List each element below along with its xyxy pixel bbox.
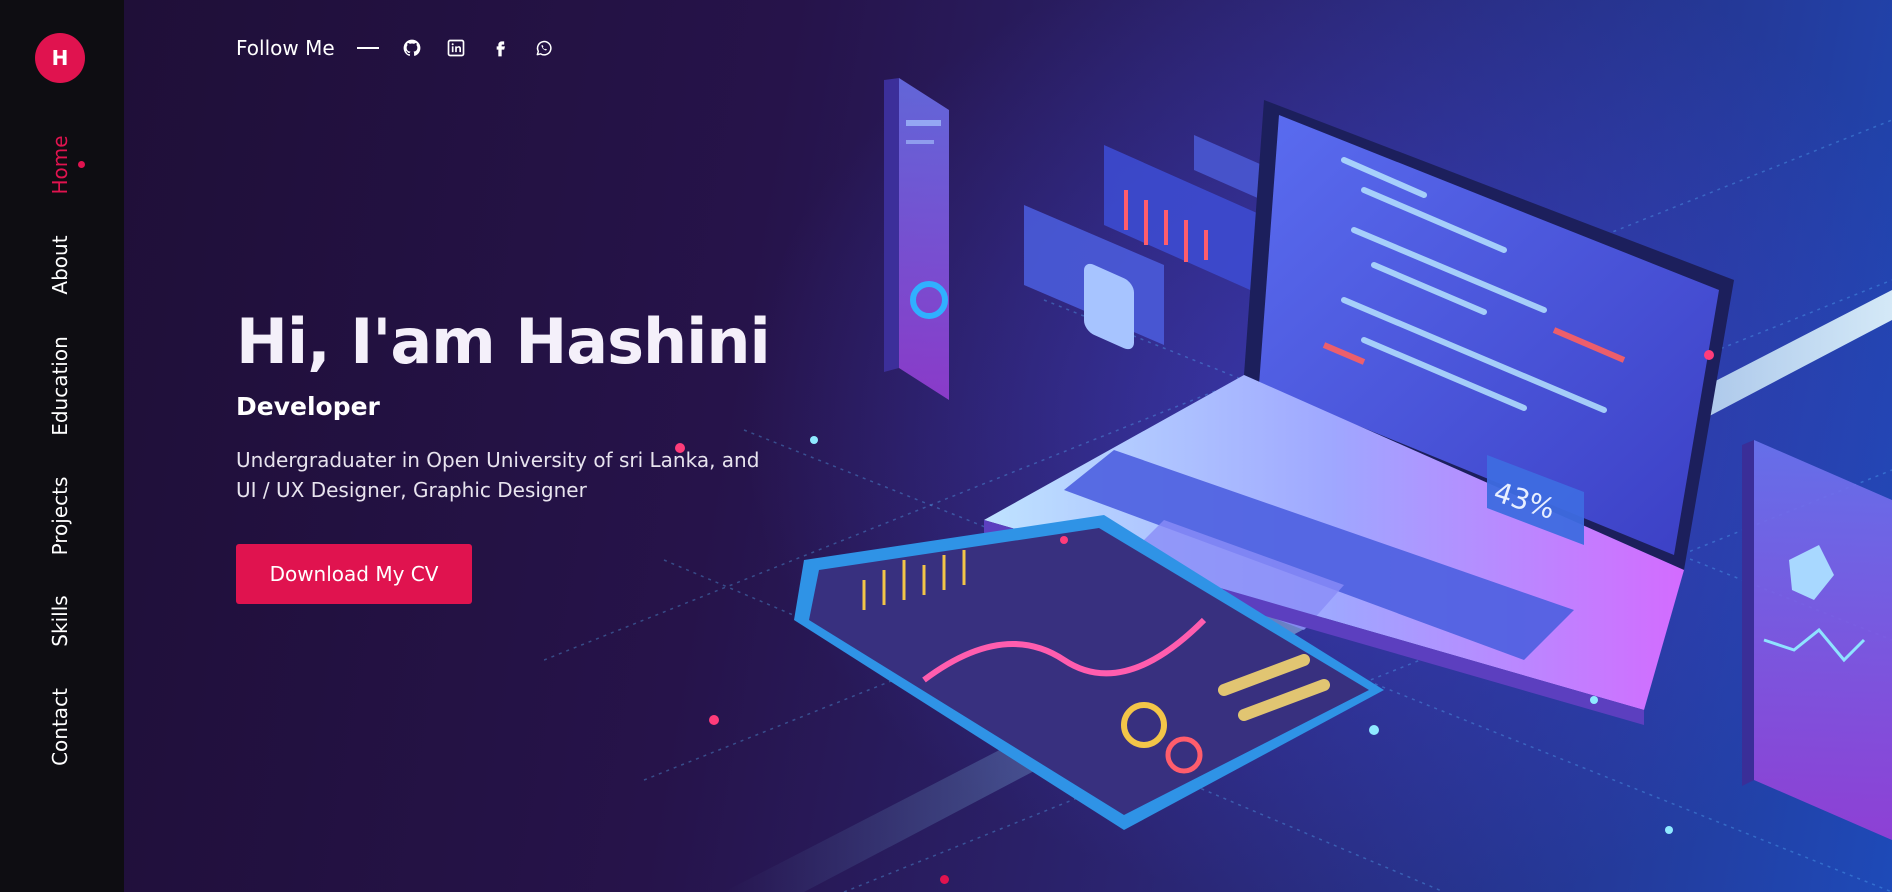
whatsapp-icon[interactable] [533, 37, 555, 59]
slide-indicator-dot[interactable] [940, 875, 949, 884]
sidebar: H Home About Education Projects Skills C… [0, 0, 124, 892]
nav-item-home[interactable]: Home [48, 135, 72, 194]
hero-description: Undergraduater in Open University of sri… [236, 448, 760, 502]
follow-divider [356, 47, 379, 49]
hero-role: Developer [236, 392, 380, 421]
logo-initial: H [51, 46, 69, 70]
github-icon[interactable] [401, 37, 423, 59]
right-phone-graphic [1742, 440, 1892, 840]
follow-bar: Follow Me [236, 36, 555, 60]
logo-avatar[interactable]: H [35, 33, 85, 83]
tall-phone-graphic [884, 78, 949, 400]
follow-label: Follow Me [236, 36, 335, 60]
nav-item-skills[interactable]: Skills [48, 595, 72, 646]
hero-heading: Hi, I'am Hashini [236, 305, 771, 378]
nav-item-projects[interactable]: Projects [48, 477, 72, 556]
nav-item-education[interactable]: Education [48, 336, 72, 436]
active-indicator-dot [78, 161, 85, 168]
nav-item-about[interactable]: About [48, 235, 72, 294]
download-cv-button[interactable]: Download My CV [236, 544, 472, 604]
nav-item-contact[interactable]: Contact [48, 688, 72, 766]
facebook-icon[interactable] [489, 37, 511, 59]
hero-section: 43% Follow Me Hi, I'am Hashini Developer… [124, 0, 1892, 892]
linkedin-icon[interactable] [445, 37, 467, 59]
